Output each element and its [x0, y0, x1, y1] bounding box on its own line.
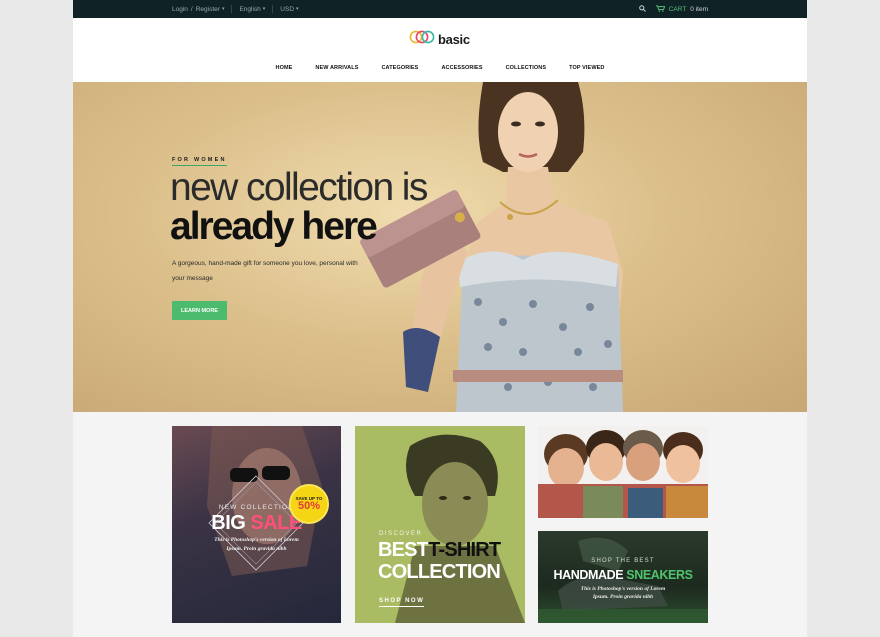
hero-title-bold: already here: [170, 205, 378, 248]
sneakers-note: This is Photoshop's version of Lorem Ips…: [538, 585, 708, 601]
promo-tshirt[interactable]: DISCOVER BESTT-SHIRT COLLECTION SHOP NOW: [355, 426, 525, 623]
sneakers-note-line2: Ipsum. Proin gravida nibh: [592, 594, 654, 600]
sale-note-line2: Ipsum. Proin gravida nibh: [226, 546, 287, 552]
top-actions: CART 0 item: [638, 5, 708, 14]
hero-title-light: new collection is: [170, 166, 428, 209]
shop-now-link[interactable]: SHOP NOW: [379, 598, 425, 607]
badge-value: 50%: [297, 500, 321, 512]
nav-top-viewed[interactable]: TOP VIEWED: [558, 65, 616, 71]
hero-banner: FOR WOMEN new collection is already here…: [73, 82, 807, 412]
tshirt-title-a: BEST: [378, 539, 429, 561]
currency-select[interactable]: USD: [280, 6, 294, 13]
rings-logo-icon: [409, 30, 435, 49]
sneakers-title-a: HANDMADE: [553, 568, 624, 582]
tshirt-title-line2: COLLECTION: [378, 561, 501, 583]
divider: [231, 5, 233, 13]
sneakers-title-b: SNEAKERS: [626, 568, 693, 582]
cart-count: 0 item: [690, 6, 708, 13]
brand-name: basic: [438, 32, 470, 47]
login-link[interactable]: Login: [172, 6, 188, 13]
hero-eyebrow: FOR WOMEN: [172, 157, 227, 163]
sale-note: This is Photoshop's version of Lorem Ips…: [172, 536, 341, 554]
chevron-down-icon: ▾: [221, 6, 225, 12]
cart-button[interactable]: CART 0 item: [655, 5, 708, 14]
logo[interactable]: basic: [409, 30, 470, 49]
discount-badge: SAVE UP TO 50%: [289, 484, 329, 524]
group-photo-image: [538, 426, 708, 518]
search-icon[interactable]: [638, 5, 646, 14]
slash-divider: /: [190, 5, 193, 13]
sneakers-subtitle: SHOP THE BEST: [591, 558, 655, 564]
divider: [272, 5, 274, 13]
sneakers-note-line1: This is Photoshop's version of Lorem: [580, 586, 666, 592]
page: Login / Register ▾ English ▾ USD ▾ CART …: [73, 0, 807, 637]
tshirt-subtitle: DISCOVER: [379, 531, 423, 537]
top-bar: Login / Register ▾ English ▾ USD ▾ CART …: [73, 0, 807, 18]
nav-categories[interactable]: CATEGORIES: [370, 65, 430, 71]
sale-title-a: BIG: [211, 512, 246, 534]
chevron-down-icon: ▾: [262, 6, 266, 12]
nav-collections[interactable]: COLLECTIONS: [494, 65, 558, 71]
cart-label: CART: [668, 6, 687, 13]
tshirt-title-line1: BESTT-SHIRT: [378, 539, 501, 561]
language-select[interactable]: English: [239, 6, 260, 13]
chevron-down-icon: ▾: [296, 6, 299, 12]
hero-description: A gorgeous, hand-made gift for someone y…: [172, 260, 358, 282]
promo-sneakers[interactable]: SHOP THE BEST HANDMADE SNEAKERS This is …: [538, 531, 708, 623]
sneakers-title: HANDMADE SNEAKERS: [538, 568, 708, 582]
main-nav: HOME NEW ARRIVALS CATEGORIES ACCESSORIES…: [73, 65, 807, 71]
cart-icon: [655, 5, 665, 14]
tshirt-title-b: T-SHIRT: [428, 539, 501, 561]
site-header: basic HOME NEW ARRIVALS CATEGORIES ACCES…: [73, 18, 807, 82]
tshirt-model-image: [395, 434, 525, 623]
account-links: Login / Register ▾ English ▾ USD ▾: [172, 5, 299, 13]
nav-new-arrivals[interactable]: NEW ARRIVALS: [304, 65, 370, 71]
nav-home[interactable]: HOME: [264, 65, 304, 71]
register-link[interactable]: Register: [196, 6, 220, 13]
sale-note-line1: This is Photoshop's version of Lorem: [214, 537, 299, 543]
promo-group-photo[interactable]: [538, 426, 708, 518]
learn-more-button[interactable]: LEARN MORE: [172, 301, 227, 320]
nav-accessories[interactable]: ACCESSORIES: [430, 65, 494, 71]
promo-big-sale[interactable]: NEW COLLECTION BIG SALE This is Photosho…: [172, 426, 341, 623]
